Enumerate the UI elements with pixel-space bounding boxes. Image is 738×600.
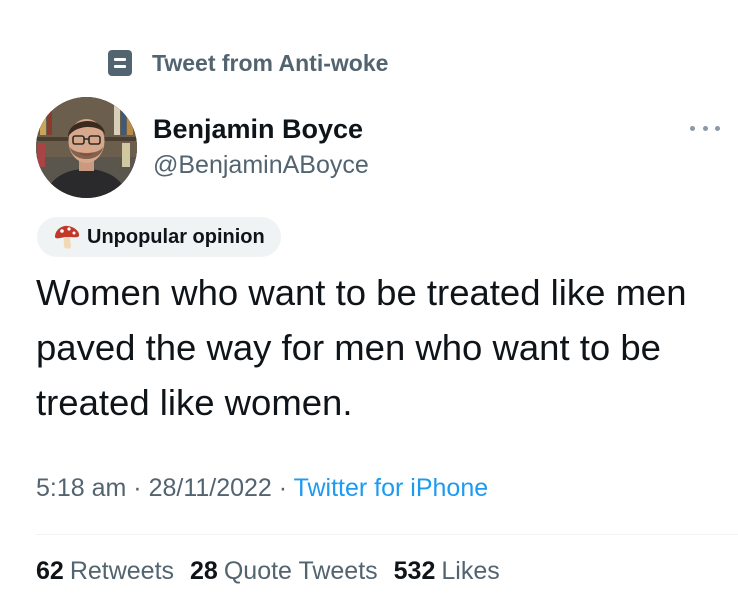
more-dots-icon [690, 125, 695, 131]
more-options-button[interactable] [690, 120, 720, 136]
avatar[interactable] [36, 97, 137, 198]
likes-label: Likes [441, 557, 500, 585]
community-list-icon [108, 50, 132, 76]
author-handle[interactable]: @BenjaminABoyce [153, 151, 369, 180]
retweets-stat[interactable]: 62 Retweets [36, 557, 174, 586]
tweet-text: Women who want to be treated like men pa… [36, 272, 687, 423]
tweet-date[interactable]: 28/11/2022 [149, 474, 272, 502]
quote-tweets-count: 28 [190, 557, 218, 585]
tweet-time[interactable]: 5:18 am [36, 474, 126, 502]
topic-pill[interactable]: Unpopular opinion [37, 217, 281, 257]
tweet-meta: 5:18 am · 28/11/2022 · Twitter for iPhon… [36, 474, 488, 503]
community-label: Tweet from Anti-woke [152, 49, 389, 76]
meta-separator: · [126, 474, 149, 502]
quote-tweets-stat[interactable]: 28 Quote Tweets [190, 557, 378, 586]
avatar-photo [36, 97, 137, 198]
divider [36, 534, 738, 535]
tweet-source-link[interactable]: Twitter for iPhone [294, 474, 489, 502]
likes-stat[interactable]: 532 Likes [394, 557, 500, 586]
topic-label: Unpopular opinion [87, 225, 265, 248]
engagement-stats: 62 Retweets 28 Quote Tweets 532 Likes [36, 557, 516, 586]
mushroom-icon [55, 225, 80, 249]
retweets-label: Retweets [69, 557, 175, 585]
quote-tweets-label: Quote Tweets [223, 557, 378, 585]
author-name[interactable]: Benjamin Boyce [153, 114, 363, 145]
community-header[interactable]: Tweet from Anti-woke [108, 48, 388, 78]
meta-separator: · [271, 474, 294, 502]
likes-count: 532 [393, 557, 436, 585]
retweets-count: 62 [36, 557, 64, 585]
